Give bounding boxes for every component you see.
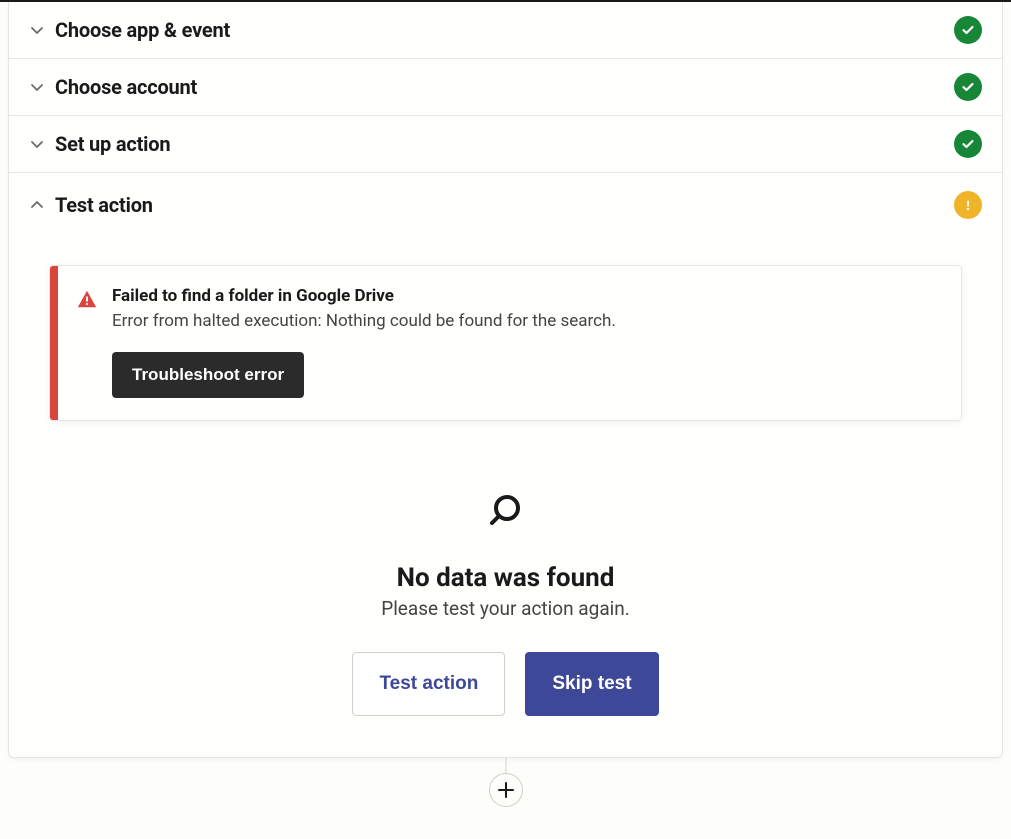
step-title: Test action xyxy=(55,193,153,217)
search-icon xyxy=(486,491,526,535)
skip-test-button[interactable]: Skip test xyxy=(525,652,658,716)
success-check-icon xyxy=(954,16,982,44)
connector-line xyxy=(505,758,506,774)
warning-exclamation-icon xyxy=(954,191,982,219)
empty-state-title: No data was found xyxy=(397,563,615,593)
no-data-empty-state: No data was found Please test your actio… xyxy=(9,491,1002,716)
alert-triangle-icon xyxy=(76,286,98,398)
troubleshoot-error-button[interactable]: Troubleshoot error xyxy=(112,352,304,398)
test-action-button[interactable]: Test action xyxy=(352,652,505,716)
chevron-up-icon xyxy=(29,197,45,213)
success-check-icon xyxy=(954,73,982,101)
chevron-down-icon xyxy=(29,79,45,95)
step-test-action[interactable]: Test action xyxy=(9,173,1002,233)
chevron-down-icon xyxy=(29,136,45,152)
step-choose-account[interactable]: Choose account xyxy=(9,59,1002,116)
error-message: Error from halted execution: Nothing cou… xyxy=(112,310,616,334)
step-title: Choose account xyxy=(55,75,197,99)
empty-state-subtitle: Please test your action again. xyxy=(381,597,630,620)
error-alert: Failed to find a folder in Google Drive … xyxy=(49,265,962,421)
step-set-up-action[interactable]: Set up action xyxy=(9,116,1002,173)
error-title: Failed to find a folder in Google Drive xyxy=(112,286,616,306)
success-check-icon xyxy=(954,130,982,158)
action-setup-panel: Choose app & event Choose account Set up… xyxy=(8,2,1003,758)
step-title: Set up action xyxy=(55,132,170,156)
error-stripe xyxy=(50,266,58,420)
chevron-down-icon xyxy=(29,22,45,38)
step-title: Choose app & event xyxy=(55,18,230,42)
step-choose-app-event[interactable]: Choose app & event xyxy=(9,2,1002,59)
add-step-button[interactable] xyxy=(489,773,523,807)
